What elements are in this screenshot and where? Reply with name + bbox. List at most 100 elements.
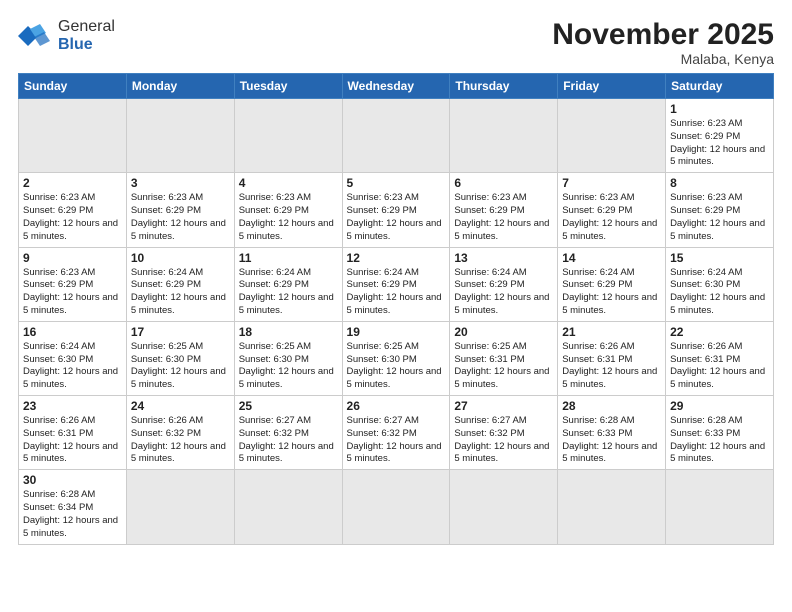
day-info: Sunrise: 6:24 AMSunset: 6:29 PMDaylight:… [239, 267, 338, 318]
calendar-day: 14 Sunrise: 6:24 AMSunset: 6:29 PMDayligh… [558, 247, 666, 321]
day-number: 28 [562, 399, 661, 413]
day-number: 3 [131, 176, 230, 190]
calendar-day [234, 99, 342, 173]
day-number: 22 [670, 325, 769, 339]
calendar-header-tuesday: Tuesday [234, 74, 342, 99]
day-number: 26 [347, 399, 446, 413]
day-info: Sunrise: 6:26 AMSunset: 6:32 PMDaylight:… [131, 415, 230, 466]
day-info: Sunrise: 6:23 AMSunset: 6:29 PMDaylight:… [239, 192, 338, 243]
calendar-day: 27 Sunrise: 6:27 AMSunset: 6:32 PMDayligh… [450, 396, 558, 470]
day-info: Sunrise: 6:26 AMSunset: 6:31 PMDaylight:… [562, 341, 661, 392]
calendar-day: 1 Sunrise: 6:23 AMSunset: 6:29 PMDaylight… [666, 99, 774, 173]
day-info: Sunrise: 6:23 AMSunset: 6:29 PMDaylight:… [562, 192, 661, 243]
calendar-day: 9Sunrise: 6:23 AMSunset: 6:29 PMDaylight… [19, 247, 127, 321]
calendar-day [450, 99, 558, 173]
calendar-day: 26 Sunrise: 6:27 AMSunset: 6:32 PMDayligh… [342, 396, 450, 470]
calendar-day: 13 Sunrise: 6:24 AMSunset: 6:29 PMDayligh… [450, 247, 558, 321]
day-info: Sunrise: 6:27 AMSunset: 6:32 PMDaylight:… [347, 415, 446, 466]
calendar-week-2: 2 Sunrise: 6:23 AMSunset: 6:29 PMDaylight… [19, 173, 774, 247]
day-number: 14 [562, 251, 661, 265]
day-info: Sunrise: 6:25 AMSunset: 6:30 PMDaylight:… [131, 341, 230, 392]
day-number: 27 [454, 399, 553, 413]
calendar-day: 5Sunrise: 6:23 AMSunset: 6:29 PMDaylight… [342, 173, 450, 247]
calendar-day: 25Sunrise: 6:27 AMSunset: 6:32 PMDayligh… [234, 396, 342, 470]
calendar-day [126, 470, 234, 544]
day-number: 2 [23, 176, 122, 190]
calendar-day [666, 470, 774, 544]
day-info: Sunrise: 6:23 AMSunset: 6:29 PMDaylight:… [454, 192, 553, 243]
calendar-week-4: 16 Sunrise: 6:24 AMSunset: 6:30 PMDayligh… [19, 321, 774, 395]
calendar-day [450, 470, 558, 544]
day-info: Sunrise: 6:24 AMSunset: 6:29 PMDaylight:… [454, 267, 553, 318]
day-number: 23 [23, 399, 122, 413]
calendar-day: 7 Sunrise: 6:23 AMSunset: 6:29 PMDaylight… [558, 173, 666, 247]
day-number: 11 [239, 251, 338, 265]
calendar-day: 17 Sunrise: 6:25 AMSunset: 6:30 PMDayligh… [126, 321, 234, 395]
day-info: Sunrise: 6:23 AMSunset: 6:29 PMDaylight:… [131, 192, 230, 243]
calendar-day [19, 99, 127, 173]
day-number: 25 [239, 399, 338, 413]
calendar-day [342, 99, 450, 173]
calendar-day: 22 Sunrise: 6:26 AMSunset: 6:31 PMDayligh… [666, 321, 774, 395]
day-info: Sunrise: 6:23 AMSunset: 6:29 PMDaylight:… [670, 118, 769, 169]
day-number: 10 [131, 251, 230, 265]
logo-icon [18, 21, 54, 51]
day-number: 1 [670, 102, 769, 116]
day-info: Sunrise: 6:23 AMSunset: 6:29 PMDaylight:… [23, 192, 122, 243]
calendar-header-monday: Monday [126, 74, 234, 99]
calendar-day: 28 Sunrise: 6:28 AMSunset: 6:33 PMDayligh… [558, 396, 666, 470]
day-number: 7 [562, 176, 661, 190]
day-number: 4 [239, 176, 338, 190]
calendar-day [126, 99, 234, 173]
calendar-day: 11 Sunrise: 6:24 AMSunset: 6:29 PMDayligh… [234, 247, 342, 321]
calendar-day: 20 Sunrise: 6:25 AMSunset: 6:31 PMDayligh… [450, 321, 558, 395]
day-info: Sunrise: 6:24 AMSunset: 6:30 PMDaylight:… [670, 267, 769, 318]
day-number: 24 [131, 399, 230, 413]
calendar-day: 3 Sunrise: 6:23 AMSunset: 6:29 PMDaylight… [126, 173, 234, 247]
calendar-week-5: 23 Sunrise: 6:26 AMSunset: 6:31 PMDayligh… [19, 396, 774, 470]
day-number: 29 [670, 399, 769, 413]
calendar-header-friday: Friday [558, 74, 666, 99]
day-number: 21 [562, 325, 661, 339]
day-number: 16 [23, 325, 122, 339]
day-info: Sunrise: 6:26 AMSunset: 6:31 PMDaylight:… [670, 341, 769, 392]
calendar-day: 19Sunrise: 6:25 AMSunset: 6:30 PMDayligh… [342, 321, 450, 395]
calendar-week-1: 1 Sunrise: 6:23 AMSunset: 6:29 PMDaylight… [19, 99, 774, 173]
day-number: 20 [454, 325, 553, 339]
calendar-day: 30Sunrise: 6:28 AMSunset: 6:34 PMDayligh… [19, 470, 127, 544]
day-number: 8 [670, 176, 769, 190]
day-info: Sunrise: 6:28 AMSunset: 6:34 PMDaylight:… [23, 489, 122, 540]
day-info: Sunrise: 6:25 AMSunset: 6:31 PMDaylight:… [454, 341, 553, 392]
calendar: SundayMondayTuesdayWednesdayThursdayFrid… [18, 73, 774, 545]
calendar-day [558, 99, 666, 173]
calendar-day: 2 Sunrise: 6:23 AMSunset: 6:29 PMDaylight… [19, 173, 127, 247]
day-info: Sunrise: 6:27 AMSunset: 6:32 PMDaylight:… [454, 415, 553, 466]
calendar-day [342, 470, 450, 544]
logo-text: General Blue [58, 18, 115, 53]
day-number: 6 [454, 176, 553, 190]
day-number: 13 [454, 251, 553, 265]
calendar-week-6: 30Sunrise: 6:28 AMSunset: 6:34 PMDayligh… [19, 470, 774, 544]
day-info: Sunrise: 6:24 AMSunset: 6:29 PMDaylight:… [562, 267, 661, 318]
day-number: 17 [131, 325, 230, 339]
calendar-day: 29 Sunrise: 6:28 AMSunset: 6:33 PMDayligh… [666, 396, 774, 470]
title-block: November 2025 Malaba, Kenya [552, 18, 774, 67]
calendar-header-saturday: Saturday [666, 74, 774, 99]
calendar-day: 23 Sunrise: 6:26 AMSunset: 6:31 PMDayligh… [19, 396, 127, 470]
page: General Blue November 2025 Malaba, Kenya… [0, 0, 792, 612]
day-info: Sunrise: 6:24 AMSunset: 6:30 PMDaylight:… [23, 341, 122, 392]
calendar-header-thursday: Thursday [450, 74, 558, 99]
calendar-day: 21 Sunrise: 6:26 AMSunset: 6:31 PMDayligh… [558, 321, 666, 395]
month-title: November 2025 [552, 18, 774, 51]
calendar-day [558, 470, 666, 544]
day-info: Sunrise: 6:23 AMSunset: 6:29 PMDaylight:… [670, 192, 769, 243]
day-info: Sunrise: 6:28 AMSunset: 6:33 PMDaylight:… [562, 415, 661, 466]
calendar-day: 16 Sunrise: 6:24 AMSunset: 6:30 PMDayligh… [19, 321, 127, 395]
day-info: Sunrise: 6:25 AMSunset: 6:30 PMDaylight:… [347, 341, 446, 392]
calendar-header-wednesday: Wednesday [342, 74, 450, 99]
day-number: 9 [23, 251, 122, 265]
day-info: Sunrise: 6:26 AMSunset: 6:31 PMDaylight:… [23, 415, 122, 466]
calendar-day: 8 Sunrise: 6:23 AMSunset: 6:29 PMDaylight… [666, 173, 774, 247]
day-info: Sunrise: 6:28 AMSunset: 6:33 PMDaylight:… [670, 415, 769, 466]
calendar-day: 24 Sunrise: 6:26 AMSunset: 6:32 PMDayligh… [126, 396, 234, 470]
